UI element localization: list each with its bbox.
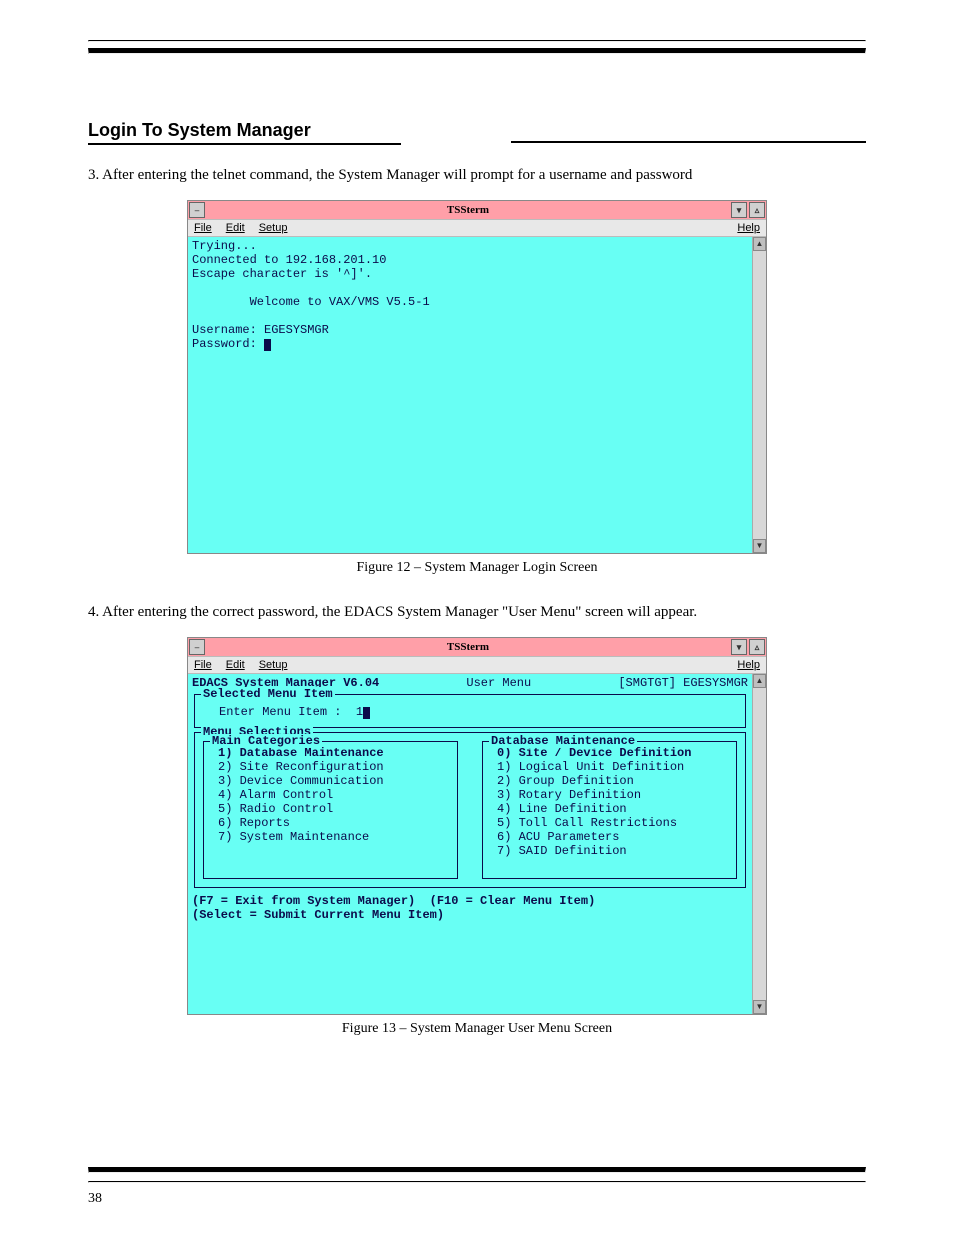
sysmenu-icon[interactable]: – — [189, 639, 205, 655]
t1-l2: Connected to 192.168.201.10 — [192, 253, 386, 267]
scroll-down-icon[interactable]: ▼ — [753, 539, 766, 553]
db-item-3[interactable]: 3) Rotary Definition — [497, 788, 722, 802]
menu-edit[interactable]: Edit — [226, 222, 245, 234]
db-item-0[interactable]: 0) Site / Device Definition — [497, 746, 722, 760]
titlebar-title-2: TSSterm — [206, 641, 730, 653]
screen-title: User Menu — [466, 676, 531, 690]
db-item-7[interactable]: 7) SAID Definition — [497, 844, 722, 858]
menu-file[interactable]: File — [194, 222, 212, 234]
db-item-1[interactable]: 1) Logical Unit Definition — [497, 760, 722, 774]
main-item-3[interactable]: 3) Device Communication — [218, 774, 443, 788]
main-item-6[interactable]: 6) Reports — [218, 816, 443, 830]
scroll-up-icon[interactable]: ▲ — [753, 674, 766, 688]
menu-selections-box: Menu Selections Main Categories 1) Datab… — [194, 732, 746, 888]
db-item-2[interactable]: 2) Group Definition — [497, 774, 722, 788]
cursor-icon — [363, 707, 370, 719]
terminal-window-1: – TSSterm ▾ ▵ File Edit Setup Help Tryin… — [187, 200, 767, 554]
main-categories-box: Main Categories 1) Database Maintenance … — [203, 741, 458, 879]
section-heading-rule — [511, 141, 866, 143]
menu-help[interactable]: Help — [737, 659, 760, 671]
menu-setup[interactable]: Setup — [259, 222, 288, 234]
user-context: [SMGTGT] EGESYSMGR — [618, 676, 748, 690]
menubar-1: File Edit Setup Help — [188, 219, 766, 237]
menubar-2: File Edit Setup Help — [188, 656, 766, 674]
menu-help[interactable]: Help — [737, 222, 760, 234]
help-line-1: (F7 = Exit from System Manager) (F10 = C… — [192, 894, 748, 908]
help-line-2: (Select = Submit Current Menu Item) — [192, 908, 748, 922]
main-item-1[interactable]: 1) Database Maintenance — [218, 746, 443, 760]
figure-12-caption: Figure 12 – System Manager Login Screen — [88, 560, 866, 576]
sysmenu-icon[interactable]: – — [189, 202, 205, 218]
section-heading: Login To System Manager — [88, 120, 401, 145]
t1-l1: Trying... — [192, 239, 257, 253]
figure-13-caption: Figure 13 – System Manager User Menu Scr… — [88, 1021, 866, 1037]
footer-rule-thin — [88, 1181, 866, 1183]
maximize-icon[interactable]: ▵ — [749, 202, 765, 218]
database-maintenance-box: Database Maintenance 0) Site / Device De… — [482, 741, 737, 879]
scroll-down-icon[interactable]: ▼ — [753, 1000, 766, 1014]
t1-l8: Password: — [192, 337, 264, 351]
step-3-text: 3. After entering the telnet command, th… — [88, 167, 866, 184]
scrollbar-2[interactable]: ▲ ▼ — [752, 674, 766, 1014]
t1-l7: Username: EGESYSMGR — [192, 323, 329, 337]
terminal-window-2: – TSSterm ▾ ▵ File Edit Setup Help EDACS… — [187, 637, 767, 1015]
db-maintenance-legend: Database Maintenance — [489, 734, 637, 748]
minimize-icon[interactable]: ▾ — [731, 639, 747, 655]
terminal-body-2[interactable]: EDACS System Manager V6.04 User Menu [SM… — [188, 674, 752, 1014]
selected-legend: Selected Menu Item — [201, 687, 335, 701]
db-item-5[interactable]: 5) Toll Call Restrictions — [497, 816, 722, 830]
db-item-6[interactable]: 6) ACU Parameters — [497, 830, 722, 844]
terminal-body-1[interactable]: Trying... Connected to 192.168.201.10 Es… — [188, 237, 752, 553]
menu-setup[interactable]: Setup — [259, 659, 288, 671]
footer-rule-thick — [88, 1167, 866, 1173]
titlebar-2: – TSSterm ▾ ▵ — [188, 638, 766, 656]
enter-menu-label: Enter Menu Item : 1 — [219, 705, 363, 719]
maximize-icon[interactable]: ▵ — [749, 639, 765, 655]
scroll-up-icon[interactable]: ▲ — [753, 237, 766, 251]
section-heading-row: Login To System Manager — [88, 120, 866, 145]
t1-l3: Escape character is '^]'. — [192, 267, 372, 281]
main-item-7[interactable]: 7) System Maintenance — [218, 830, 443, 844]
main-categories-legend: Main Categories — [210, 734, 322, 748]
cursor-icon — [264, 339, 271, 351]
header-rule-thick — [88, 48, 866, 54]
selected-menu-item-box: Selected Menu Item Enter Menu Item : 1 — [194, 694, 746, 728]
step-4-text: 4. After entering the correct password, … — [88, 604, 866, 621]
main-item-5[interactable]: 5) Radio Control — [218, 802, 443, 816]
db-item-4[interactable]: 4) Line Definition — [497, 802, 722, 816]
titlebar-title-1: TSSterm — [206, 204, 730, 216]
scrollbar-1[interactable]: ▲ ▼ — [752, 237, 766, 553]
header-rule-thin — [88, 40, 866, 42]
menu-file[interactable]: File — [194, 659, 212, 671]
titlebar-1: – TSSterm ▾ ▵ — [188, 201, 766, 219]
main-item-4[interactable]: 4) Alarm Control — [218, 788, 443, 802]
page-footer: 38 — [88, 1159, 866, 1207]
minimize-icon[interactable]: ▾ — [731, 202, 747, 218]
main-item-2[interactable]: 2) Site Reconfiguration — [218, 760, 443, 774]
page-number: 38 — [88, 1191, 866, 1207]
t1-l5: Welcome to VAX/VMS V5.5-1 — [192, 295, 430, 309]
menu-edit[interactable]: Edit — [226, 659, 245, 671]
